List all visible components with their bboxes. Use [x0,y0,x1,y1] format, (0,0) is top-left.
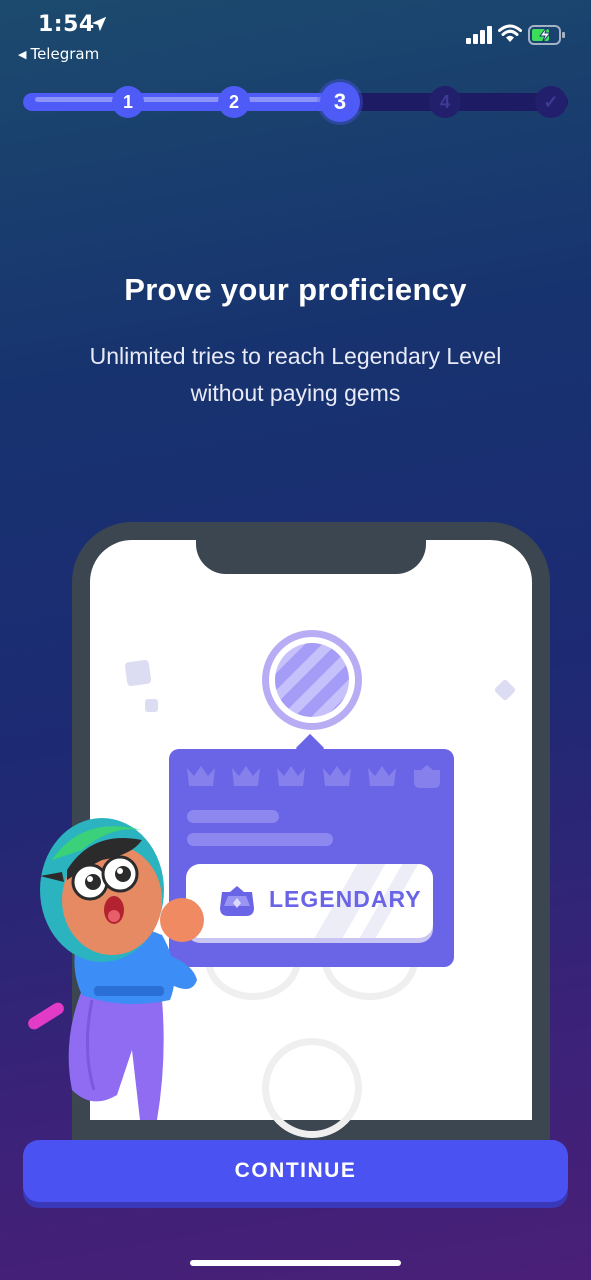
back-to-app-link[interactable]: ◀ Telegram [18,45,99,63]
lesson-node-ring [262,1038,362,1138]
progress-stepper: 1 2 3 4 ✓ [23,82,568,122]
progress-fill [23,93,353,111]
back-app-label: Telegram [30,45,100,63]
crown-icon [232,766,261,786]
crown-icon [277,766,306,786]
step-complete-check: ✓ [535,86,567,118]
legendary-label: LEGENDARY [269,886,422,912]
subtitle-line-2: without paying gems [190,380,401,406]
page-title: Prove your proficiency [124,272,467,307]
trophy-icon [262,630,362,730]
legendary-crown-icon [413,765,440,788]
crown-icon [367,766,396,786]
decor-square-small [145,699,158,712]
crown-icon [187,766,215,786]
step-3-current: 3 [320,82,360,122]
continue-button[interactable]: CONTINUE [23,1140,568,1202]
wifi-icon [498,24,522,42]
home-indicator[interactable] [190,1260,401,1266]
mascot-illustration [28,818,204,1120]
step-4: 4 [429,86,461,118]
page-subtitle: Unlimited tries to reach Legendary Level… [50,338,541,412]
decor-square [124,659,152,687]
crown-icon [322,766,351,786]
battery-charging-icon [528,25,565,45]
crown-level-row [184,762,444,792]
legendary-crown-icon [220,886,254,916]
step-2: 2 [218,86,250,118]
phone-notch [196,522,426,574]
trophy-icon-fill [275,643,349,717]
location-arrow-icon [91,16,107,32]
legendary-badge: LEGENDARY [186,864,433,938]
status-time: 1:54 [38,12,95,37]
subtitle-line-1: Unlimited tries to reach Legendary Level [89,343,502,369]
status-bar: 1:54 ◀ Telegram [0,0,591,70]
step-1: 1 [112,86,144,118]
progress-fill-highlight [35,97,335,102]
signal-icon [466,26,492,44]
back-arrow-icon: ◀ [18,47,27,61]
